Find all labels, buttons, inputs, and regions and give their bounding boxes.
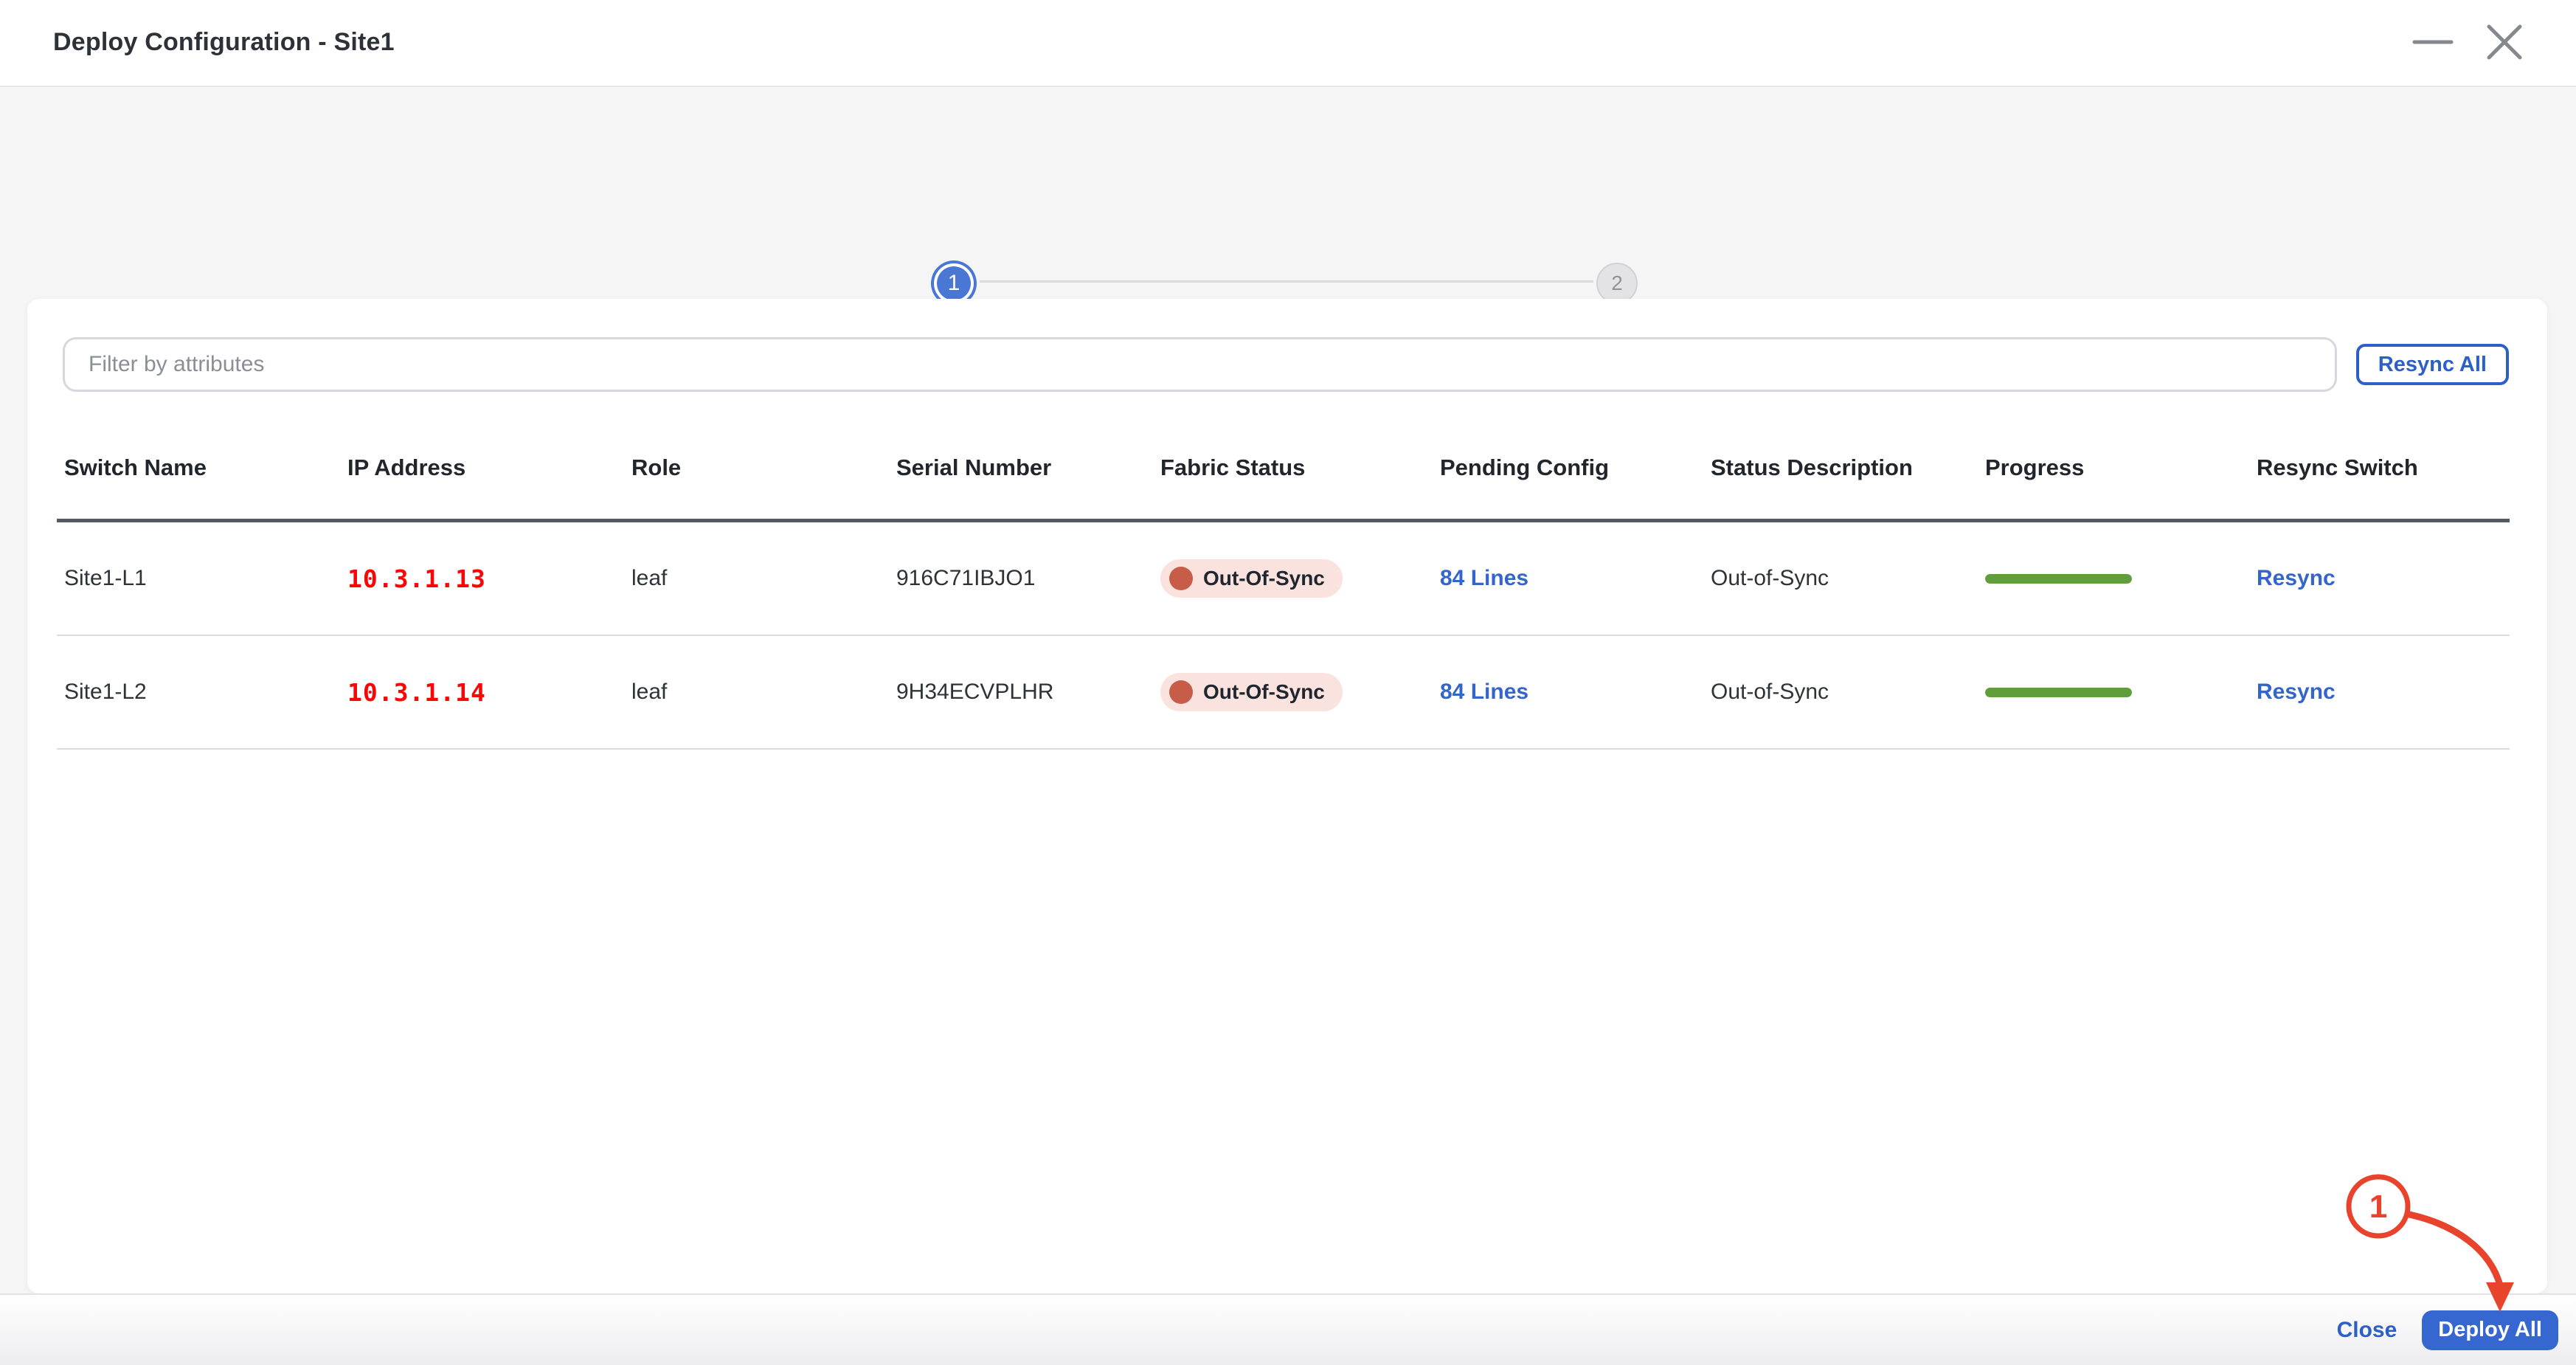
- status-badge: Out-Of-Sync: [1160, 673, 1343, 711]
- minimize-icon: [2407, 40, 2459, 71]
- step-1-indicator[interactable]: 1: [937, 266, 971, 300]
- cell-serial-number: 9H34ECVPLHR: [896, 680, 1054, 704]
- switches-table: Switch Name IP Address Role Serial Numbe…: [57, 417, 2510, 750]
- column-header-pending-config: Pending Config: [1440, 455, 1610, 480]
- status-badge: Out-Of-Sync: [1160, 559, 1343, 598]
- column-header-role: Role: [631, 455, 682, 480]
- filter-input[interactable]: [63, 337, 2337, 392]
- cell-fabric-status: Out-Of-Sync: [1153, 673, 1433, 711]
- status-dot-icon: [1169, 680, 1193, 704]
- cell-pending-config: 84 Lines: [1433, 680, 1703, 705]
- pending-config-link[interactable]: 84 Lines: [1440, 566, 1528, 590]
- column-header-ip-address: IP Address: [347, 455, 466, 480]
- column-header-progress: Progress: [1985, 455, 2085, 480]
- cell-ip-address: 10.3.1.13: [347, 564, 486, 593]
- pending-config-link[interactable]: 84 Lines: [1440, 680, 1528, 704]
- dialog-title: Deploy Configuration - Site1: [53, 28, 395, 56]
- minimize-button[interactable]: [2407, 16, 2459, 68]
- cell-resync: Resync: [2249, 680, 2510, 705]
- resync-all-button[interactable]: Resync All: [2355, 344, 2509, 385]
- wizard-stepper: 1 Config Preview 2 Deploy Progress: [0, 111, 2576, 376]
- column-header-switch-name: Switch Name: [64, 455, 207, 480]
- cell-role: leaf: [631, 566, 668, 590]
- cell-status-description: Out-of-Sync: [1711, 680, 1829, 704]
- cell-progress: [1978, 687, 2249, 697]
- column-header-resync-switch: Resync Switch: [2257, 455, 2418, 480]
- status-dot-icon: [1169, 567, 1193, 590]
- cell-switch-name: Site1-L2: [64, 680, 147, 704]
- cell-resync: Resync: [2249, 566, 2510, 591]
- resync-link[interactable]: Resync: [2257, 680, 2336, 704]
- cell-progress: [1978, 573, 2249, 584]
- deploy-all-button[interactable]: Deploy All: [2422, 1310, 2558, 1350]
- progress-bar: [1985, 573, 2132, 584]
- step-2-indicator[interactable]: 2: [1596, 263, 1638, 304]
- dialog-footer: Close Deploy All: [0, 1293, 2576, 1365]
- cell-ip-address: 10.3.1.14: [347, 677, 486, 707]
- close-icon: [2479, 24, 2530, 71]
- table-row: Site1-L2 10.3.1.14 leaf 9H34ECVPLHR Out-…: [57, 636, 2510, 750]
- status-badge-label: Out-Of-Sync: [1203, 680, 1325, 703]
- dialog-header: Deploy Configuration - Site1: [0, 0, 2576, 87]
- resync-link[interactable]: Resync: [2257, 566, 2336, 590]
- footer-close-button[interactable]: Close: [2337, 1318, 2397, 1343]
- close-button[interactable]: [2479, 16, 2530, 68]
- cell-status-description: Out-of-Sync: [1711, 566, 1829, 590]
- progress-bar-fill: [1985, 687, 2132, 697]
- column-header-fabric-status: Fabric Status: [1160, 455, 1306, 480]
- table-row: Site1-L1 10.3.1.13 leaf 916C71IBJO1 Out-…: [57, 522, 2510, 636]
- progress-bar-fill: [1985, 573, 2132, 584]
- table-header-row: Switch Name IP Address Role Serial Numbe…: [57, 417, 2510, 522]
- status-badge-label: Out-Of-Sync: [1203, 567, 1325, 590]
- progress-bar: [1985, 687, 2132, 697]
- cell-fabric-status: Out-Of-Sync: [1153, 559, 1433, 598]
- table-toolbar: Resync All: [63, 337, 2509, 392]
- config-preview-panel: Resync All Switch Name IP Address Role S…: [27, 299, 2547, 1293]
- column-header-status-description: Status Description: [1711, 455, 1913, 480]
- cell-pending-config: 84 Lines: [1433, 566, 1703, 591]
- cell-role: leaf: [631, 680, 668, 704]
- cell-switch-name: Site1-L1: [64, 566, 147, 590]
- cell-serial-number: 916C71IBJO1: [896, 566, 1036, 590]
- column-header-serial-number: Serial Number: [896, 455, 1052, 480]
